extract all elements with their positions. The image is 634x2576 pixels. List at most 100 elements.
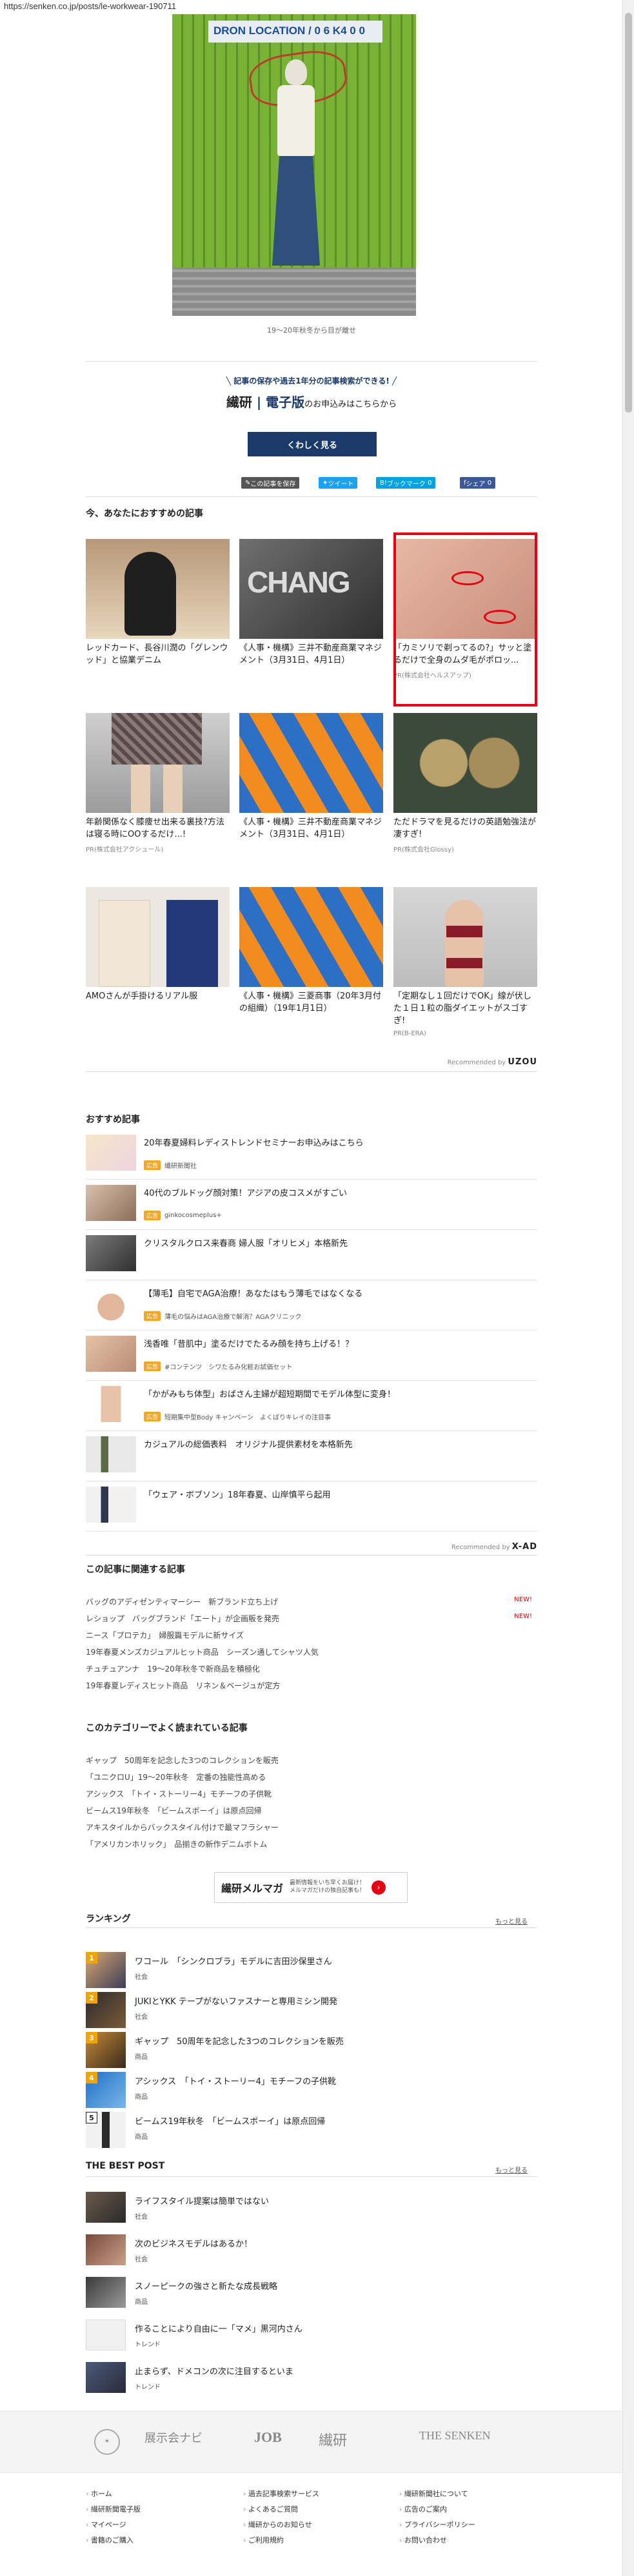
bestpost-more-link[interactable]: もっと見る — [495, 2165, 528, 2174]
related-link[interactable]: ニース「プロテカ」 婦服篇モデルに新サイズ — [86, 1630, 537, 1641]
footer-link[interactable]: マイページ — [86, 2519, 234, 2535]
card-image — [393, 887, 537, 987]
senken-50-logo[interactable]: ✶ — [94, 2429, 120, 2455]
bestpost-section-title: THE BEST POST — [86, 2161, 165, 2171]
related-link[interactable]: チュチュアンナ 19〜20年秋冬で新商品を積極化 — [86, 1663, 537, 1674]
bestpost-item[interactable]: 作ることにより自由に一「マメ」黒河内さん トレンド — [86, 2319, 537, 2362]
recommend-card[interactable]: 「定期なし１回だけでOK」線が伏した１日１粒の脂ダイエットがスゴすぎ! PR(B… — [393, 887, 537, 1037]
hero-caption: 19〜20年秋冬から目が離せ — [267, 326, 356, 335]
bestpost-item[interactable]: ライフスタイル提案は簡単ではない 社会 — [86, 2192, 537, 2234]
bestpost-item[interactable]: スノーピークの強さと新たな成長戦略 商品 — [86, 2277, 537, 2319]
footer-link[interactable]: プライバシーポリシー — [399, 2519, 548, 2535]
recommend-card[interactable]: ただドラマを見るだけの英語勉強法が凄すぎ! PR(株式会社Glossy) — [393, 713, 537, 854]
category-link[interactable]: 「アメリカンホリック」 品揃きの新作デニムボトム — [86, 1839, 537, 1849]
ranking-item[interactable]: 1 ワコール 「シンクロブラ」モデルに吉田沙保里さん 社会 — [86, 1952, 537, 1995]
list-item[interactable]: カジュアルの総価表料 オリジナル提供素材を本格新先 — [86, 1431, 537, 1481]
list-thumb — [86, 1185, 136, 1221]
footer-link[interactable]: ホーム — [86, 2488, 234, 2504]
save-article-button[interactable]: ✎ この記事を保存 — [241, 477, 300, 489]
list-thumb — [86, 1336, 136, 1372]
ranking-item[interactable]: 2 JUKIとYKK テープがないファスナーと専用ミシン開発 社会 — [86, 1992, 537, 2034]
senken-plus-logo[interactable]: 繊研 — [319, 2429, 347, 2450]
promo-detail-button[interactable]: くわしく見る — [248, 432, 377, 456]
related-link[interactable]: 19年春夏メンズカジュアルヒット商品 シーズン通してシャツ人気 — [86, 1646, 537, 1657]
list-thumb — [86, 1285, 136, 1322]
mailmagazine-banner[interactable]: 繊研メルマガ 最新情報をいち早くお届け！ メルマガだけの独自記事も！ › — [214, 1872, 408, 1903]
related-link[interactable]: バッグのアディゼンティマーシー 新ブランド立ち上げ NEW! — [86, 1596, 537, 1607]
category-link[interactable]: ギャップ 50周年を記念した3つのコレクションを販売 — [86, 1755, 537, 1766]
facebook-share-button[interactable]: f シェア 0 — [460, 477, 496, 489]
bestpost-thumb — [86, 2277, 126, 2308]
footer-link[interactable]: 書籍のご購入 — [86, 2535, 234, 2550]
category-link[interactable]: アシックス 「トイ・ストーリー4」モチーフの子供靴 — [86, 1788, 537, 1799]
footer-link[interactable]: よくあるご質問 — [243, 2504, 391, 2519]
card-image — [86, 713, 230, 813]
footer-link[interactable]: 繊研からのお知らせ — [243, 2519, 391, 2535]
the-senken-logo[interactable]: THE SENKEN — [419, 2429, 491, 2443]
category-link[interactable]: 「ユニクロU」19〜20年秋冬 定番の独能性高める — [86, 1771, 537, 1782]
cobblestone-ground — [172, 268, 416, 316]
ranking-item[interactable]: 4 アシックス 「トイ・ストーリー4」モチーフの子供靴 商品 — [86, 2072, 537, 2114]
footer-logo-band — [0, 2411, 622, 2473]
ranking-item[interactable]: 3 ギャップ 50周年を記念した3つのコレクションを販売 商品 — [86, 2032, 537, 2074]
promo-lead: ╲ 記事の保存や過去1年分の記事検索ができる! ╱ — [226, 376, 397, 385]
card-image — [86, 887, 230, 987]
category-link[interactable]: アキスタイルからバックスタイル付けで最マフラシャー — [86, 1822, 537, 1833]
uzou-credit[interactable]: Recommended by UZOU — [387, 1057, 537, 1067]
related-link[interactable]: レショップ バッグブランド「エート」が企画販を発売 NEW! — [86, 1613, 537, 1624]
recommend-card[interactable]: CHANG 《人事・機構》三井不動産商業マネジメント（3月31日、4月1日） — [239, 539, 383, 667]
bookmark-icon: ✎ — [245, 479, 251, 487]
footer-link[interactable]: お問い合わせ — [399, 2535, 548, 2550]
divider — [86, 1555, 537, 1556]
footer-nav-col3: 繊研新聞社について 広告のご案内 プライバシーポリシー お問い合わせ — [399, 2488, 548, 2550]
footer-nav-col2: 過去記事検索サービス よくあるご質問 繊研からのお知らせ ご利用規約 — [243, 2488, 391, 2550]
list-item[interactable]: 【薄毛】自宅でAGA治療！あなたはもう薄毛ではなくなる 広告 薄毛の悩みはAGA治… — [86, 1280, 537, 1331]
related-section-title: この記事に関連する記事 — [86, 1565, 185, 1575]
scrollbar-thumb[interactable] — [625, 13, 632, 413]
recommend-card[interactable]: 年齢関係なく膝痩せ出来る裏技?方法は寝る時にOOするだけ...! PR(株式会社… — [86, 713, 230, 854]
list-thumb — [86, 1135, 136, 1171]
list-item[interactable]: 「かがみもち体型」おばさん主婦が超短期間でモデル体型に変身！ 広告 短期集中型Bo… — [86, 1381, 537, 1431]
footer-link[interactable]: 広告のご案内 — [399, 2504, 548, 2519]
list-item[interactable]: 40代のブルドッグ顔対策！アジアの皮コスメがすごい 広告 ginkocosmepl… — [86, 1180, 537, 1230]
divider — [86, 1071, 537, 1072]
scrollbar[interactable] — [622, 0, 634, 2576]
card-image: CHANG — [239, 539, 383, 639]
divider — [86, 1927, 537, 1928]
card-image — [239, 887, 383, 987]
category-link[interactable]: ビームス19年秋冬 「ビームスボーイ」は原点回帰 — [86, 1805, 537, 1816]
hatena-bookmark-button[interactable]: B! ブックマーク 0 — [376, 477, 436, 489]
recommend-card[interactable]: レッドカード、長谷川潤の「グレンウッド」と協業デニム — [86, 539, 230, 667]
tweet-button[interactable]: ✦ ツイート — [319, 477, 358, 489]
ranking-item[interactable]: 5 ビームス19年秋冬 「ビームスボーイ」は原点回帰 商品 — [86, 2112, 537, 2154]
container-sign: DRON LOCATION / 0 6 K4 0 0 — [208, 21, 382, 43]
xad-credit[interactable]: Recommended by X-AD — [387, 1542, 537, 1552]
category-section-title: このカテゴリーでよく読まれている記事 — [86, 1723, 248, 1733]
bestpost-item[interactable]: 止まらず、ドメコンの次に注目するといま トレンド — [86, 2362, 537, 2405]
footer-link[interactable]: 過去記事検索サービス — [243, 2488, 391, 2504]
recommend-card[interactable]: 《人事・機構》三井不動産商業マネジメント（3月31日、4月1日） — [239, 713, 383, 841]
bestpost-item[interactable]: 次のビジネスモデルはあるか！ 社会 — [86, 2234, 537, 2277]
ranking-section-title: ランキング — [86, 1914, 131, 1924]
card-image — [239, 713, 383, 813]
sparkle-icon: ╱ — [389, 376, 397, 385]
list-item[interactable]: 20年春夏婦料レディストレンドセミナーお申込みはこちら 広告 繊研新聞社 — [86, 1129, 537, 1180]
card-image — [86, 539, 230, 639]
list-item[interactable]: クリスタルクロス来春商 婦人服「オリヒメ」本格新先 — [86, 1230, 537, 1280]
twitter-icon: ✦ — [322, 479, 328, 487]
sparkle-icon: ╲ — [226, 376, 234, 385]
recommend-card[interactable]: AMOさんが手掛けるリアル服 — [86, 887, 230, 1003]
promo-title: 繊研 | 電子版のお申込みはこちらから — [226, 395, 397, 410]
related-link[interactable]: 19年春夏レディスヒット商品 リネン＆ベージュが定方 — [86, 1680, 537, 1691]
footer-link[interactable]: 繊研新聞社について — [399, 2488, 548, 2504]
recommend-card[interactable]: 《人事・機構》三菱商事（20年3月付の組織）（19年1月1日） — [239, 887, 383, 1015]
footer-link[interactable]: ご利用規約 — [243, 2535, 391, 2550]
ranking-more-link[interactable]: もっと見る — [495, 1916, 528, 1926]
hatena-icon: B! — [380, 479, 387, 487]
tenji-navi-logo[interactable]: 展示会ナビ — [144, 2429, 203, 2446]
list-item[interactable]: 「ウェア・ボブソン」18年春夏、山岸慎平ら起用 — [86, 1481, 537, 1532]
list-item[interactable]: 浅香唯「昔肌中」塗るだけでたるみ顔を持ち上げる！？ 広告 #コンテンツ シワたるみ… — [86, 1331, 537, 1381]
address-bar[interactable]: https://senken.co.jp/posts/le-workwear-1… — [0, 0, 634, 13]
senken-job-logo[interactable]: JOB — [254, 2429, 282, 2446]
footer-link[interactable]: 繊研新聞電子版 — [86, 2504, 234, 2519]
